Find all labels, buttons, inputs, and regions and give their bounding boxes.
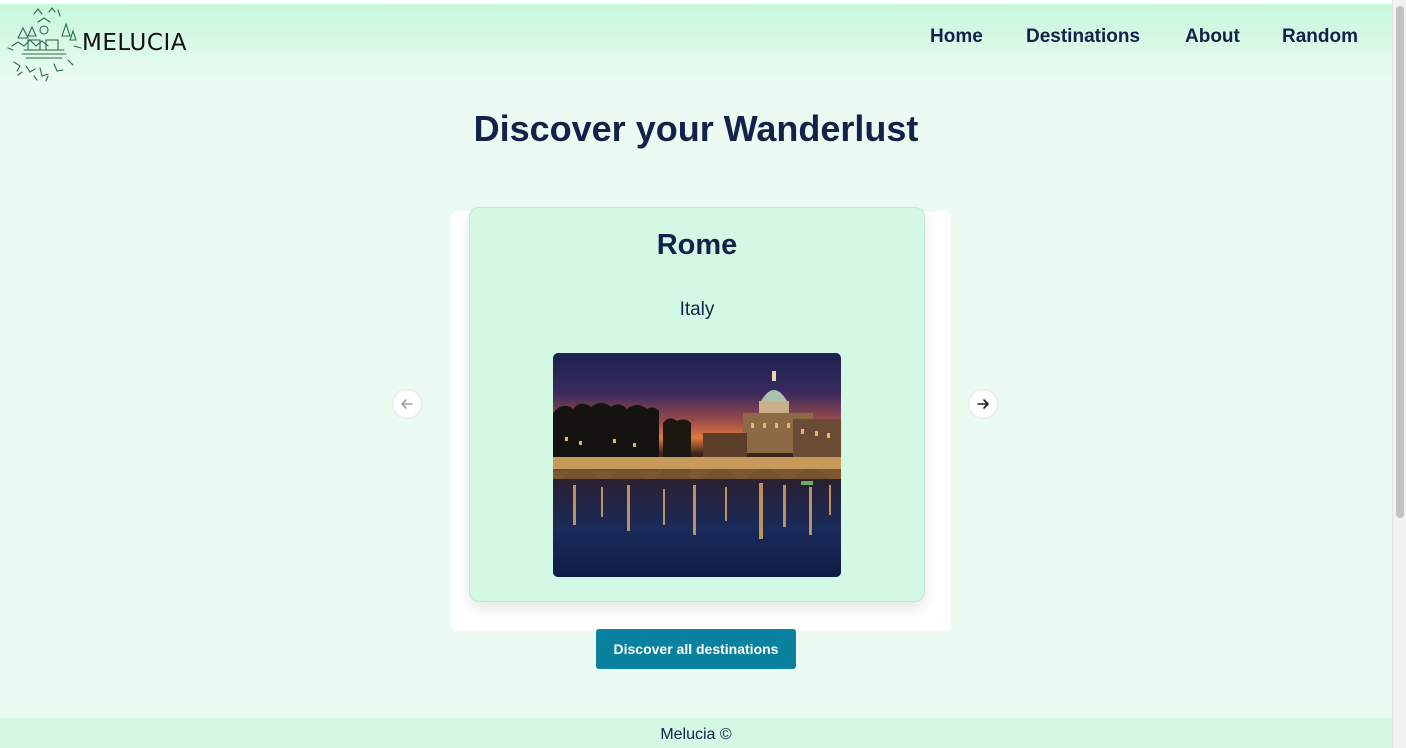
carousel-prev-button[interactable] xyxy=(392,389,422,419)
scrollbar-thumb[interactable] xyxy=(1396,6,1404,518)
nav-destinations[interactable]: Destinations xyxy=(1026,26,1140,48)
carousel-next-button[interactable] xyxy=(968,389,998,419)
nav-about[interactable]: About xyxy=(1185,26,1240,48)
page: MELUCIA Home Destinations About Random D… xyxy=(0,4,1392,748)
nav-random[interactable]: Random xyxy=(1282,26,1358,48)
navbar: MELUCIA Home Destinations About Random xyxy=(0,4,1392,82)
destination-country: Italy xyxy=(679,299,715,320)
destination-photo xyxy=(553,353,841,577)
arrow-right-icon xyxy=(977,399,989,409)
page-title: Discover your Wanderlust xyxy=(473,108,919,149)
nav-home[interactable]: Home xyxy=(930,26,983,48)
discover-all-destinations-button[interactable]: Discover all destinations xyxy=(596,629,796,669)
brand-name[interactable]: MELUCIA xyxy=(82,30,187,56)
page-scrollbar[interactable] xyxy=(1392,0,1406,748)
destination-city: Rome xyxy=(656,229,738,261)
arrow-left-icon xyxy=(401,399,413,409)
footer: Melucia © xyxy=(0,718,1392,748)
logo-icon[interactable] xyxy=(4,6,84,84)
destination-card[interactable]: Rome Italy xyxy=(469,207,925,602)
